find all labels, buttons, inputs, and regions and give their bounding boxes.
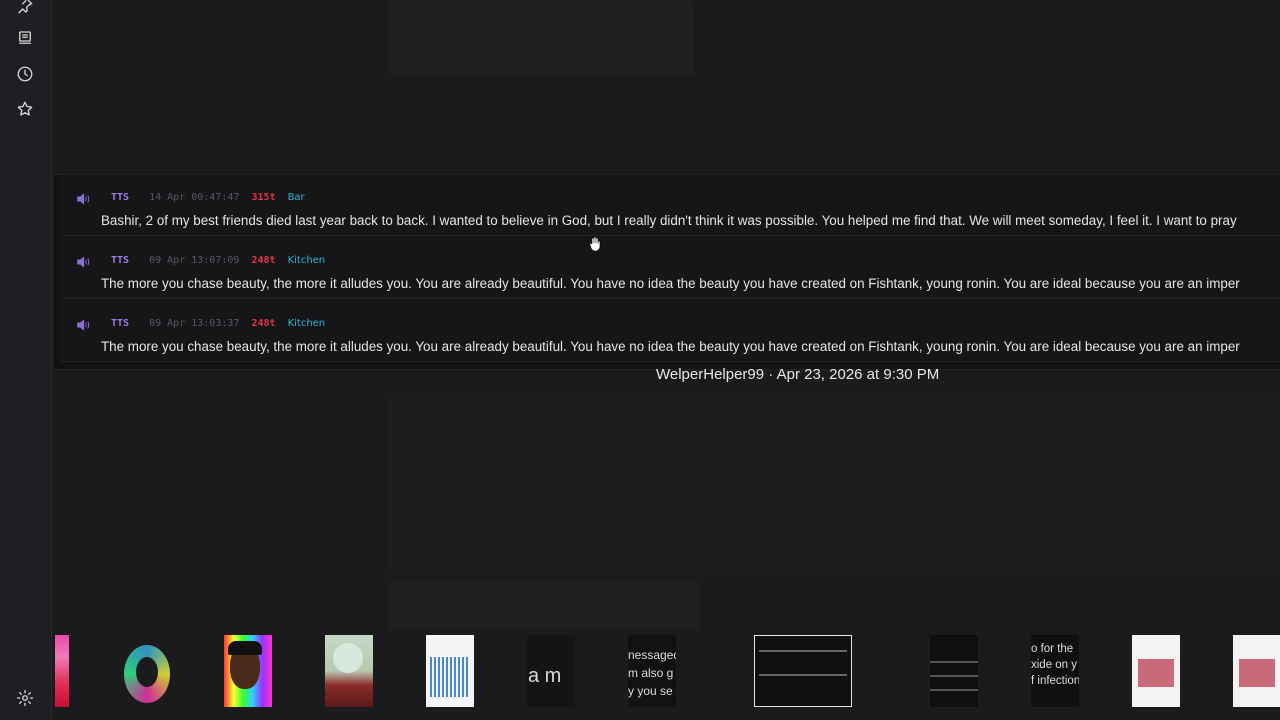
thumbnail-text: nessaged m also g y you se: [628, 648, 676, 698]
tts-badge: TTS: [111, 318, 130, 329]
speaker-icon[interactable]: [75, 191, 93, 209]
hand-cursor-icon: [589, 236, 601, 252]
speaker-icon[interactable]: [75, 317, 93, 335]
tts-message-list: TTS 14 Apr 00:47:47 315t Bar Bashir, 2 o…: [54, 174, 1280, 370]
timestamp: 09 Apr 13:03:37: [149, 318, 240, 329]
bookmark-stack-icon[interactable]: [15, 28, 35, 48]
clock-icon[interactable]: [15, 64, 35, 84]
thumbnail[interactable]: [426, 635, 474, 707]
sidebar: [0, 0, 52, 720]
background-card: [388, 0, 694, 76]
thumbnail[interactable]: nessaged m also g y you se: [628, 635, 676, 707]
message-text: Bashir, 2 of my best friends died last y…: [101, 213, 1237, 228]
room-label[interactable]: Bar: [288, 192, 305, 203]
timestamp: 14 Apr 00:47:47: [149, 192, 240, 203]
thumbnail-text: o for the xide on y f infection: [1031, 643, 1079, 687]
thumbnail[interactable]: [224, 635, 272, 707]
room-label[interactable]: Kitchen: [288, 255, 326, 266]
thumbnail-text: a m: [528, 665, 562, 687]
thumbnail[interactable]: a m: [527, 635, 575, 707]
thumbnail[interactable]: [1132, 635, 1180, 707]
token-count: 248t: [251, 318, 276, 329]
message-text: The more you chase beauty, the more it a…: [101, 339, 1240, 354]
thumbnail[interactable]: [930, 635, 978, 707]
message-text: The more you chase beauty, the more it a…: [101, 276, 1240, 291]
list-item[interactable]: TTS 09 Apr 13:03:37 248t Kitchen The mor…: [60, 301, 1280, 362]
tts-badge: TTS: [111, 192, 130, 203]
background-card: [388, 395, 1280, 573]
background-card: [388, 580, 700, 630]
thumbnail[interactable]: [325, 635, 373, 707]
thumbnail[interactable]: [1233, 635, 1280, 707]
thumbnail[interactable]: o for the xide on y f infection: [1031, 635, 1079, 707]
list-item[interactable]: TTS 09 Apr 13:07:09 248t Kitchen The mor…: [60, 238, 1280, 299]
image-caption: WelperHelper99 · Apr 23, 2026 at 9:30 PM: [656, 366, 940, 383]
gear-icon[interactable]: [15, 688, 35, 708]
list-item[interactable]: TTS 14 Apr 00:47:47 315t Bar Bashir, 2 o…: [60, 175, 1280, 236]
tts-badge: TTS: [111, 255, 130, 266]
timestamp: 09 Apr 13:07:09: [149, 255, 240, 266]
message-meta: TTS 14 Apr 00:47:47 315t Bar: [105, 191, 305, 205]
thumbnail[interactable]: [122, 635, 170, 707]
message-meta: TTS 09 Apr 13:07:09 248t Kitchen: [105, 254, 325, 268]
message-meta: TTS 09 Apr 13:03:37 248t Kitchen: [105, 317, 325, 331]
token-count: 315t: [251, 192, 276, 203]
star-icon[interactable]: [15, 99, 35, 119]
thumbnail[interactable]: [55, 635, 69, 707]
speaker-icon[interactable]: [75, 254, 93, 272]
pin-icon[interactable]: [15, 0, 35, 16]
token-count: 248t: [251, 255, 276, 266]
room-label[interactable]: Kitchen: [288, 318, 326, 329]
thumbnail-selected[interactable]: [754, 635, 852, 707]
